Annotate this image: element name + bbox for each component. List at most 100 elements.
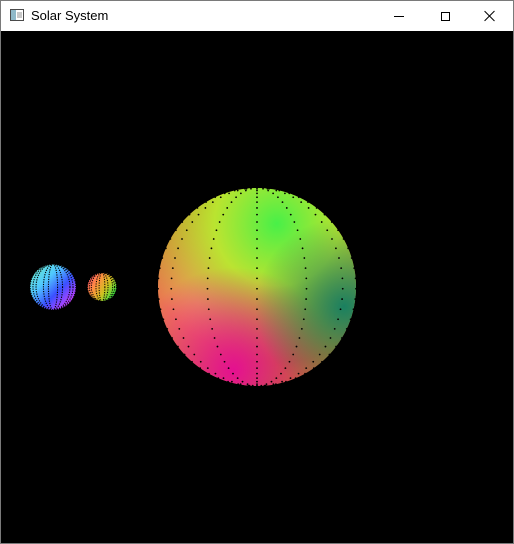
window-app-icon[interactable] (10, 9, 24, 21)
wireframe-dot (274, 383, 277, 386)
wireframe-dot (307, 201, 309, 204)
wireframe-dot (342, 238, 345, 240)
wireframe-dot (305, 367, 308, 369)
wireframe-dot (262, 187, 264, 190)
minimize-button[interactable] (376, 1, 422, 31)
wireframe-dot (323, 213, 326, 216)
render-viewport[interactable] (1, 31, 513, 543)
wireframe-dot (196, 207, 199, 209)
wireframe-dot (300, 327, 303, 330)
wireframe-dot (298, 337, 301, 339)
wireframe-dot (185, 229, 188, 232)
wireframe-dot (318, 353, 321, 356)
wireframe-dot (245, 187, 248, 190)
wireframe-dot (256, 298, 258, 300)
wireframe-dot (339, 308, 342, 311)
wireframe-dot (341, 287, 344, 290)
wireframe-dot (326, 229, 329, 232)
wireframe-dot (314, 213, 317, 216)
wireframe-dot (275, 189, 278, 192)
wireframe-dot (295, 345, 298, 348)
wireframe-dot (170, 277, 173, 280)
wireframe-dot (304, 308, 307, 311)
wireframe-dot (256, 187, 258, 190)
close-button[interactable] (467, 1, 513, 31)
wireframe-dot (177, 247, 179, 250)
wireframe-dot (164, 247, 167, 250)
title-bar[interactable]: Solar System (1, 1, 513, 31)
wireframe-dot (256, 267, 258, 270)
wireframe-dot (333, 327, 336, 330)
wireframe-dot (354, 277, 357, 280)
wireframe-dot (227, 367, 230, 369)
wireframe-dot (312, 367, 315, 369)
wireframe-dot (305, 287, 308, 290)
wireframe-dot (170, 287, 173, 290)
wireframe-dot (289, 377, 292, 380)
wireframe-dot (248, 384, 251, 387)
wireframe-dot (161, 257, 164, 259)
wireframe-dot (158, 267, 161, 270)
wireframe-dot (191, 221, 194, 223)
wireframe-dot (256, 277, 258, 280)
wireframe-dot (214, 196, 217, 199)
wireframe-dot (162, 318, 165, 321)
wireframe-dot (213, 337, 216, 339)
wireframe-dot (223, 360, 226, 363)
wireframe-dot (281, 380, 283, 383)
wireframe-dot (207, 267, 210, 270)
wireframe-dot (268, 187, 270, 190)
wireframe-dot (256, 247, 258, 250)
wireframe-dot (199, 360, 202, 363)
wireframe-dot (341, 298, 343, 300)
wireframe-dot (227, 380, 229, 383)
wireframe-dot (297, 372, 300, 375)
wireframe-dot (206, 287, 209, 290)
wireframe-dot (204, 207, 207, 209)
wireframe-dot (207, 308, 210, 311)
wireframe-dot (304, 372, 306, 375)
wireframe-dot (299, 238, 302, 240)
wireframe-dot (216, 345, 219, 348)
wireframe-dot (347, 247, 350, 250)
wireframe-dot (330, 221, 333, 223)
wireframe-dot (321, 360, 323, 363)
wireframe-dot (159, 308, 162, 311)
wireframe-dot (292, 353, 295, 356)
wireframe-dot (250, 187, 252, 190)
maximize-button[interactable] (422, 1, 468, 31)
wireframe-dot (256, 360, 258, 363)
wireframe-dot (302, 318, 305, 321)
wireframe-dot (256, 207, 258, 209)
wireframe-dot (182, 337, 185, 339)
wireframe-dot (157, 298, 160, 300)
wireframe-dot (169, 238, 172, 240)
wireframe-dot (251, 384, 254, 387)
wireframe-dot (296, 229, 299, 232)
wireframe-dot (208, 372, 210, 375)
wireframe-dot (256, 327, 258, 330)
wireframe-dot (177, 345, 179, 348)
wireframe-dot (256, 377, 258, 380)
wireframe-dot (256, 201, 258, 204)
wireframe-dot (208, 257, 211, 259)
wireframe-dot (215, 229, 218, 232)
wireframe-dot (338, 257, 340, 259)
wireframe-dot (256, 229, 258, 232)
wireframe-dot (244, 187, 246, 190)
window-title: Solar System (31, 8, 109, 23)
planet-2-body (87, 272, 117, 302)
wireframe-dot (350, 257, 353, 259)
wireframe-dot (175, 318, 177, 321)
wireframe-dot (239, 383, 242, 386)
wireframe-dot (236, 189, 239, 192)
wireframe-dot (337, 229, 339, 232)
wireframe-dot (277, 196, 279, 199)
maximize-icon (440, 11, 450, 21)
wireframe-dot (256, 257, 258, 259)
wireframe-dot (241, 380, 244, 383)
wireframe-dot (324, 345, 327, 348)
wireframe-dot (199, 367, 202, 369)
wireframe-dot (331, 238, 333, 240)
wireframe-dot (188, 213, 191, 216)
